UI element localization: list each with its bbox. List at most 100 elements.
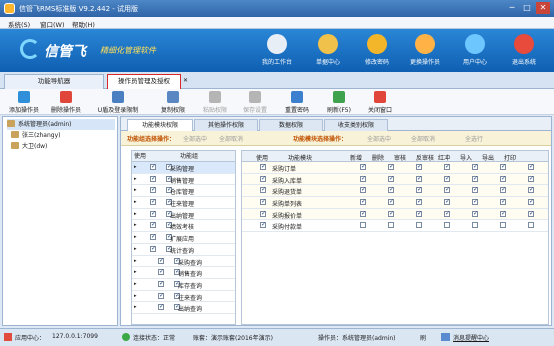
- table-row[interactable]: ▸ 仓库管理: [132, 185, 235, 198]
- permission-checkbox[interactable]: [472, 222, 478, 229]
- table-row[interactable]: ▸ 往来管理: [132, 197, 235, 209]
- toolbar-button-8[interactable]: 关闭窗口: [360, 90, 400, 114]
- permission-checkbox[interactable]: [360, 210, 366, 217]
- table-row[interactable]: 采购付款单: [242, 220, 548, 233]
- row-checkbox[interactable]: [150, 221, 156, 229]
- table-row[interactable]: 采购报价单: [242, 208, 548, 221]
- permission-checkbox[interactable]: [500, 198, 506, 206]
- row-checkbox[interactable]: [150, 198, 156, 206]
- permission-checkbox[interactable]: [500, 186, 506, 194]
- use-checkbox[interactable]: [260, 198, 266, 206]
- permission-checkbox[interactable]: [360, 175, 366, 182]
- toolbar-button-2[interactable]: U盾及登录限制: [88, 90, 148, 114]
- row-checkbox[interactable]: [158, 257, 164, 264]
- maximize-button[interactable]: □: [520, 2, 534, 14]
- use-checkbox[interactable]: [260, 210, 266, 217]
- expand-icon[interactable]: ▸: [134, 176, 137, 182]
- table-row[interactable]: 采购单列表: [242, 197, 548, 209]
- tab-function-navigator[interactable]: 功能导航器: [4, 74, 104, 89]
- banner-nav-2[interactable]: 修改密码: [352, 33, 402, 71]
- expand-icon[interactable]: ▸: [134, 258, 137, 264]
- expand-icon[interactable]: ▸: [134, 304, 137, 310]
- tree-item-zhangsan[interactable]: 张三(zhangy): [11, 130, 60, 141]
- permission-checkbox[interactable]: [528, 163, 534, 170]
- permission-checkbox[interactable]: [500, 175, 506, 182]
- banner-nav-4[interactable]: 用户中心: [450, 33, 500, 71]
- table-row[interactable]: ▸ 出纳管理: [132, 209, 235, 221]
- expand-icon[interactable]: ▸: [134, 246, 137, 252]
- row-checkbox[interactable]: [150, 175, 156, 182]
- permission-checkbox[interactable]: [500, 210, 506, 217]
- permission-checkbox[interactable]: [444, 222, 450, 229]
- row-checkbox[interactable]: [158, 280, 164, 287]
- toolbar-button-6[interactable]: 重置密码: [277, 90, 317, 114]
- permission-checkbox[interactable]: [388, 222, 394, 229]
- permission-checkbox[interactable]: [444, 186, 450, 194]
- select-row-button[interactable]: 全选行: [465, 134, 483, 143]
- banner-nav-0[interactable]: 我的工作台: [252, 33, 302, 71]
- toolbar-button-0[interactable]: 添加操作员: [4, 90, 44, 114]
- table-row[interactable]: ▸ 统计查询: [132, 244, 235, 256]
- tab-other-permissions[interactable]: 其他操作权限: [194, 119, 258, 131]
- permission-checkbox[interactable]: [360, 222, 366, 229]
- permission-checkbox[interactable]: [388, 163, 394, 170]
- table-row[interactable]: ▸ 采购查询: [132, 256, 235, 268]
- permission-checkbox[interactable]: [360, 186, 366, 194]
- tab-close-icon[interactable]: ✕: [183, 77, 188, 84]
- row-checkbox[interactable]: [150, 186, 156, 194]
- permission-checkbox[interactable]: [528, 210, 534, 217]
- expand-icon[interactable]: ▸: [134, 222, 137, 228]
- table-row[interactable]: ▸ 往来查询: [132, 291, 235, 303]
- table-row[interactable]: ▸ 销售管理: [132, 174, 235, 186]
- permission-checkbox[interactable]: [500, 222, 506, 229]
- tab-data-permissions[interactable]: 数据权限: [259, 119, 323, 131]
- toolbar-button-7[interactable]: 刷新(F5): [322, 90, 356, 114]
- permission-checkbox[interactable]: [360, 198, 366, 206]
- permission-checkbox[interactable]: [388, 175, 394, 182]
- permission-checkbox[interactable]: [416, 198, 422, 206]
- permission-checkbox[interactable]: [472, 210, 478, 217]
- expand-icon[interactable]: ▸: [134, 293, 137, 299]
- table-row[interactable]: 采购退货单: [242, 185, 548, 198]
- permission-checkbox[interactable]: [472, 175, 478, 182]
- toolbar-button-1[interactable]: 删除操作员: [45, 90, 87, 114]
- minimize-button[interactable]: ─: [505, 2, 519, 14]
- tab-operator-management[interactable]: 操作员管理及授权: [107, 74, 181, 89]
- toolbar-button-4[interactable]: 粘贴权限: [196, 90, 234, 114]
- permission-checkbox[interactable]: [416, 163, 422, 170]
- group-cancel-all-button[interactable]: 全部取消: [219, 134, 243, 143]
- permission-checkbox[interactable]: [416, 222, 422, 229]
- permission-checkbox[interactable]: [444, 175, 450, 182]
- toolbar-button-5[interactable]: 保存设置: [236, 90, 274, 114]
- permission-checkbox[interactable]: [444, 198, 450, 206]
- permission-checkbox[interactable]: [528, 222, 534, 229]
- permission-checkbox[interactable]: [444, 163, 450, 170]
- module-select-all-button[interactable]: 全部选中: [367, 134, 391, 143]
- table-row[interactable]: 采购入库单: [242, 173, 548, 186]
- permission-checkbox[interactable]: [500, 163, 506, 170]
- permission-checkbox[interactable]: [388, 210, 394, 217]
- row-checkbox[interactable]: [158, 268, 164, 276]
- tab-category-permissions[interactable]: 收支类别权限: [324, 119, 388, 131]
- table-row[interactable]: ▸ 扩展应用: [132, 232, 235, 244]
- table-row[interactable]: ▸ 绩效考核: [132, 220, 235, 233]
- group-select-all-button[interactable]: 全部选中: [183, 134, 207, 143]
- menu-window[interactable]: 窗口(W): [40, 19, 65, 29]
- tab-function-permissions[interactable]: 功能模块权限: [127, 119, 193, 131]
- expand-icon[interactable]: ▸: [134, 199, 137, 205]
- permission-checkbox[interactable]: [528, 198, 534, 206]
- permission-checkbox[interactable]: [472, 198, 478, 206]
- module-cancel-all-button[interactable]: 全部取消: [411, 134, 435, 143]
- close-button[interactable]: ✕: [536, 2, 550, 14]
- permission-checkbox[interactable]: [360, 163, 366, 170]
- permission-checkbox[interactable]: [388, 186, 394, 194]
- expand-icon[interactable]: ▸: [134, 234, 137, 240]
- expand-icon[interactable]: ▸: [134, 164, 137, 170]
- use-checkbox[interactable]: [260, 175, 266, 182]
- permission-checkbox[interactable]: [416, 210, 422, 217]
- expand-icon[interactable]: ▸: [134, 281, 137, 287]
- row-checkbox[interactable]: [158, 292, 164, 299]
- menu-system[interactable]: 系统(S): [8, 19, 30, 29]
- tree-item-admin[interactable]: 系统管理员(admin): [7, 119, 115, 130]
- message-center-link[interactable]: 消息提醒中心: [453, 333, 489, 342]
